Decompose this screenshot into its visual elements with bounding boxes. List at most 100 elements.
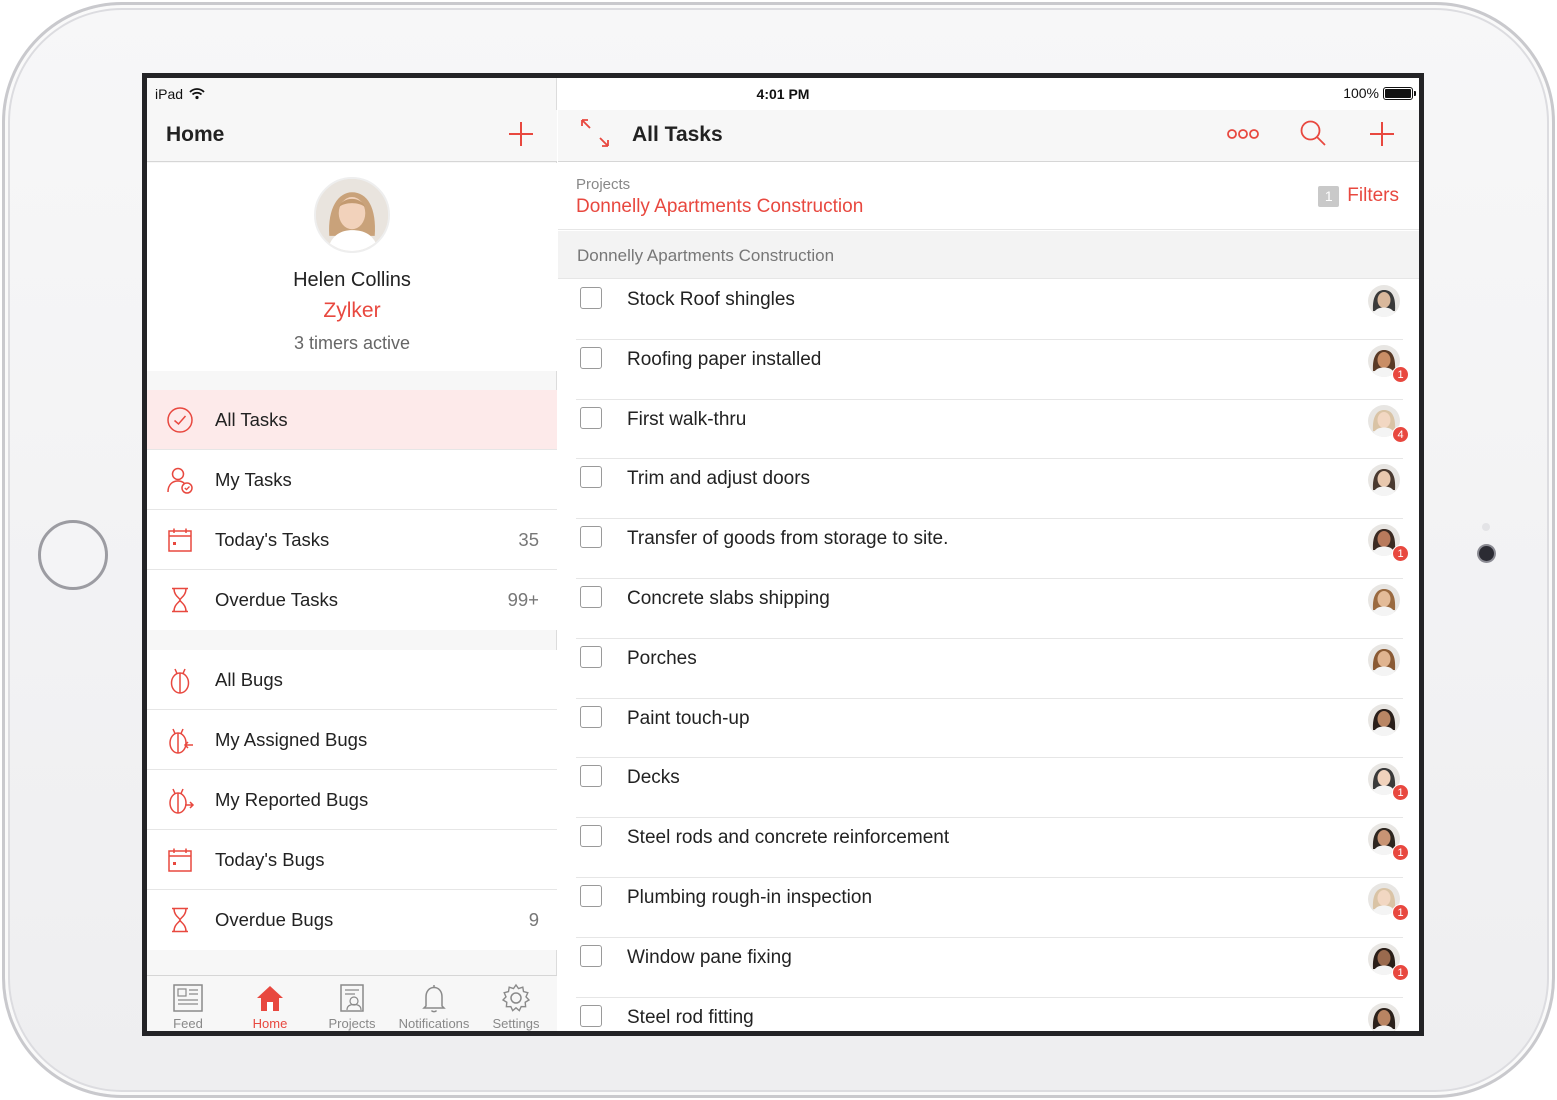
assignee-avatar[interactable] (1368, 1002, 1400, 1031)
tab-projects[interactable]: Projects (311, 976, 393, 1031)
project-name[interactable]: Donnelly Apartments Construction (576, 196, 863, 218)
menu-item-label: My Reported Bugs (215, 789, 369, 810)
user-task-icon (167, 467, 193, 494)
tab-settings[interactable]: Settings (475, 976, 557, 1031)
project-caption: Projects (576, 176, 631, 193)
assignee-avatar[interactable] (1368, 583, 1400, 616)
task-title[interactable]: Concrete slabs shipping (627, 588, 830, 610)
menu-item-label: All Tasks (215, 409, 288, 430)
task-title[interactable]: Stock Roof shingles (627, 289, 795, 311)
tab-label: Feed (173, 1016, 203, 1031)
task-title[interactable]: Transfer of goods from storage to site. (627, 528, 948, 550)
task-title[interactable]: First walk-thru (627, 409, 746, 431)
light-sensor (1482, 523, 1490, 531)
task-row[interactable]: First walk-thru 4 (558, 400, 1419, 460)
task-title[interactable]: Trim and adjust doors (627, 468, 810, 490)
user-name: Helen Collins (293, 269, 411, 291)
task-checkbox[interactable] (580, 406, 602, 429)
battery-percent: 100% (1343, 85, 1379, 101)
profile-card[interactable]: Helen Collins Zylker 3 timers active (147, 163, 557, 371)
task-checkbox[interactable] (580, 705, 602, 728)
task-row[interactable]: Plumbing rough-in inspection 1 (558, 878, 1419, 938)
tab-notifications[interactable]: Notifications (393, 976, 475, 1031)
task-row[interactable]: Porches (558, 639, 1419, 699)
task-row[interactable]: Steel rod fitting (558, 998, 1419, 1031)
clock: 4:01 PM (756, 86, 810, 102)
task-checkbox[interactable] (580, 526, 602, 549)
menu-item-my-assigned-bugs[interactable]: My Assigned Bugs (147, 710, 557, 770)
task-row[interactable]: Concrete slabs shipping (558, 579, 1419, 639)
count-badge: 9 (528, 909, 539, 930)
menu-item-all-tasks[interactable]: All Tasks (147, 390, 557, 450)
task-checkbox[interactable] (580, 346, 602, 369)
task-checkbox[interactable] (580, 645, 602, 668)
task-row[interactable]: Roofing paper installed 1 (558, 340, 1419, 400)
task-title[interactable]: Decks (627, 767, 680, 789)
calendar-icon (168, 848, 192, 872)
menu-item-my-tasks[interactable]: My Tasks (147, 450, 557, 510)
expand-icon[interactable] (578, 116, 612, 150)
menu-item-all-bugs[interactable]: All Bugs (147, 650, 557, 710)
gear-icon (501, 983, 531, 1012)
home-icon (257, 986, 283, 1011)
task-row[interactable]: Trim and adjust doors (558, 459, 1419, 520)
more-icon[interactable] (1226, 120, 1260, 148)
task-row[interactable]: Decks 1 (558, 758, 1419, 819)
task-title[interactable]: Roofing paper installed (627, 349, 821, 371)
task-title[interactable]: Steel rods and concrete reinforcement (627, 827, 949, 849)
task-title[interactable]: Window pane fixing (627, 947, 792, 969)
task-row[interactable]: Steel rods and concrete reinforcement 1 (558, 818, 1419, 878)
menu-item-overdue-bugs[interactable]: Overdue Bugs 9 (147, 890, 557, 950)
task-checkbox[interactable] (580, 287, 602, 309)
home-hardware-button[interactable] (38, 520, 108, 590)
menu-item-label: Today's Bugs (215, 849, 325, 870)
task-title[interactable]: Plumbing rough-in inspection (627, 887, 872, 909)
timers-status[interactable]: 3 timers active (147, 333, 557, 354)
search-icon[interactable] (1298, 118, 1328, 148)
task-checkbox[interactable] (580, 466, 602, 489)
task-checkbox[interactable] (580, 944, 602, 967)
task-checkbox[interactable] (580, 884, 602, 907)
task-title[interactable]: Porches (627, 648, 697, 670)
menu-item-todays-bugs[interactable]: Today's Bugs (147, 830, 557, 890)
project-selector[interactable]: Projects Donnelly Apartments Constructio… (558, 163, 1419, 230)
avatar[interactable] (314, 177, 390, 253)
bug-reported-icon (169, 788, 195, 814)
add-icon[interactable] (505, 118, 537, 150)
comment-count-badge: 1 (1392, 844, 1409, 862)
menu-item-my-reported-bugs[interactable]: My Reported Bugs (147, 770, 557, 830)
task-checkbox[interactable] (580, 1004, 602, 1027)
bug-menu: All Bugs My Assigned Bugs My Reported Bu… (147, 650, 557, 950)
task-row[interactable]: Stock Roof shingles (558, 280, 1419, 340)
task-title[interactable]: Paint touch-up (627, 708, 750, 730)
task-row[interactable]: Transfer of goods from storage to site. 1 (558, 519, 1419, 579)
task-menu: All Tasks My Tasks Today's Tasks 35 Over… (147, 390, 557, 630)
task-checkbox[interactable] (580, 825, 602, 848)
task-checkbox[interactable] (580, 585, 602, 608)
menu-item-label: Overdue Bugs (215, 909, 334, 930)
filters-button[interactable]: 1 Filters (1318, 185, 1399, 207)
feed-icon (173, 984, 203, 1012)
organization-name[interactable]: Zylker (147, 299, 557, 323)
comment-count-badge: 1 (1392, 365, 1409, 383)
task-checkbox[interactable] (580, 765, 602, 788)
task-row[interactable]: Window pane fixing 1 (558, 938, 1419, 998)
tab-home[interactable]: Home (229, 976, 311, 1031)
task-row[interactable]: Paint touch-up (558, 699, 1419, 759)
filters-label: Filters (1347, 185, 1399, 206)
menu-item-overdue-tasks[interactable]: Overdue Tasks 99+ (147, 570, 557, 630)
add-icon[interactable] (1366, 118, 1398, 150)
tab-bar: Feed Home Projects Notifications Setting… (147, 975, 557, 1031)
assignee-avatar[interactable] (1368, 643, 1400, 676)
page-title: All Tasks (632, 123, 723, 146)
tab-feed[interactable]: Feed (147, 976, 229, 1031)
menu-item-todays-tasks[interactable]: Today's Tasks 35 (147, 510, 557, 570)
hourglass-icon (172, 907, 188, 933)
task-title[interactable]: Steel rod fitting (627, 1007, 754, 1029)
assignee-avatar[interactable] (1368, 285, 1400, 317)
assignee-avatar[interactable] (1368, 703, 1400, 736)
tab-label: Home (252, 1016, 288, 1031)
check-circle-icon (167, 407, 193, 433)
assignee-avatar[interactable] (1368, 464, 1400, 497)
status-bar: iPad 4:01 PM 100% (147, 78, 1419, 110)
